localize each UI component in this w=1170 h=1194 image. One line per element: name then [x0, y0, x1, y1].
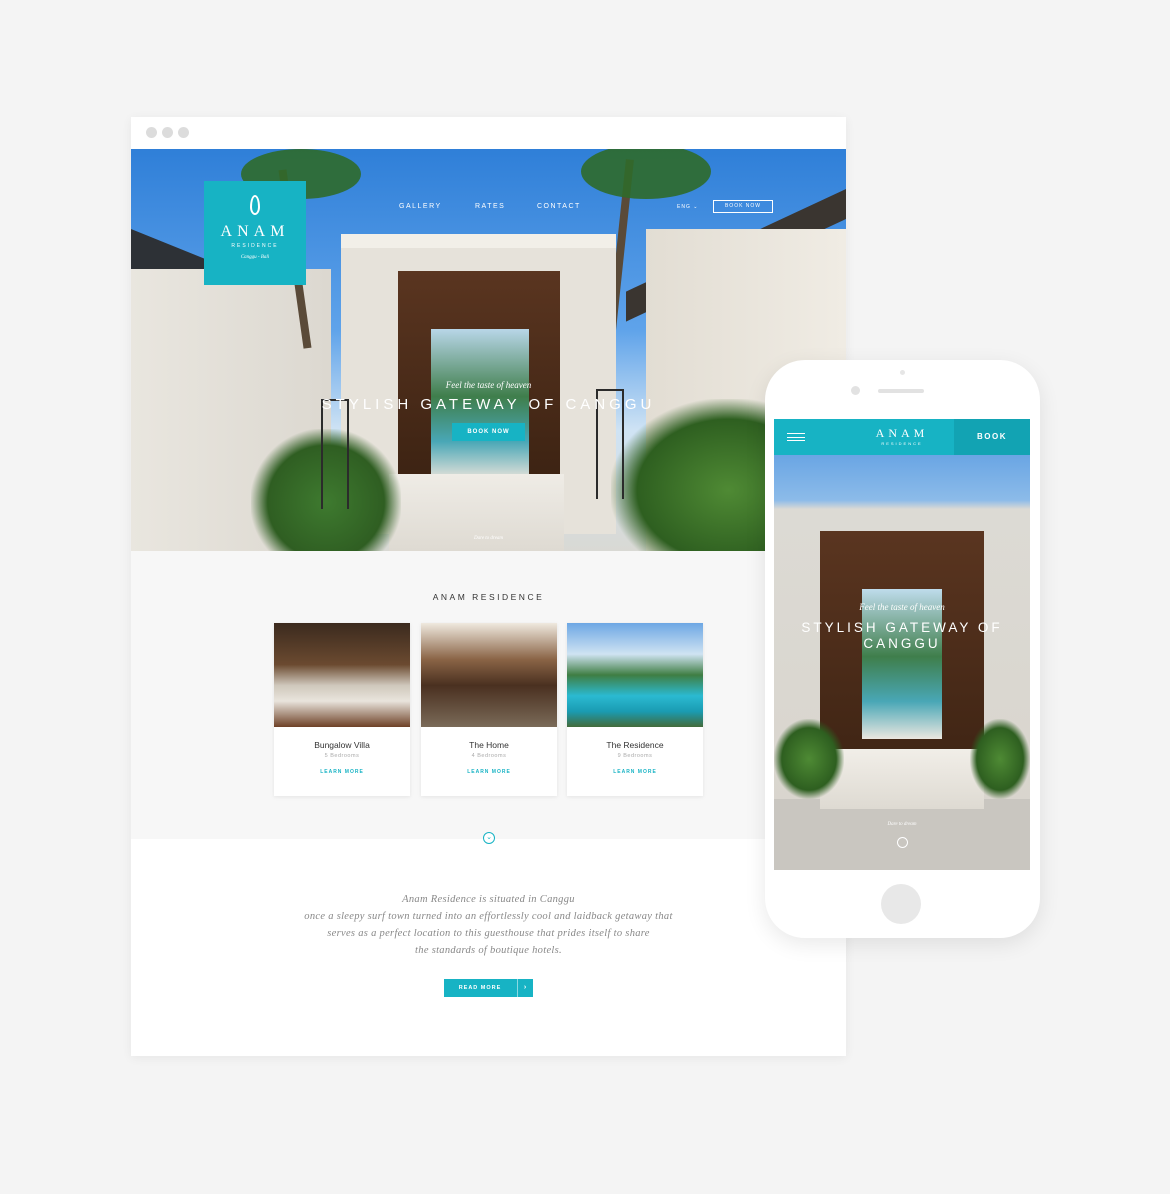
- learn-more-link[interactable]: LEARN MORE: [274, 769, 410, 775]
- read-more-label: READ MORE: [458, 985, 502, 991]
- mobile-phone-mockup: ANAM RESIDENCE BOOK Feel the taste of he…: [765, 360, 1040, 938]
- mobile-book-button[interactable]: BOOK: [954, 419, 1030, 455]
- mobile-hero-title: STYLISH GATEWAY OF CANGGU: [801, 620, 1003, 651]
- property-bedrooms: 5 Bedrooms: [324, 753, 360, 759]
- hero-book-now-button[interactable]: BOOK NOW: [452, 423, 525, 441]
- phone-home-button[interactable]: [881, 884, 921, 924]
- chevron-down-icon: ⌄: [693, 204, 699, 210]
- mobile-logo-subtitle: RESIDENCE: [881, 441, 923, 446]
- hero-dare-text: Dare to dream: [473, 536, 504, 541]
- mobile-logo-name: ANAM: [875, 426, 929, 440]
- hero-title: STYLISH GATEWAY OF CANGGU: [321, 396, 656, 413]
- window-dot-icon: [146, 127, 157, 138]
- hero-image: ANAM RESIDENCE Canggu - Bali GALLERY RAT…: [131, 149, 846, 551]
- property-image: [567, 623, 703, 727]
- nav-rates[interactable]: RATES: [475, 203, 505, 210]
- mobile-screen: ANAM RESIDENCE BOOK Feel the taste of he…: [774, 419, 1030, 870]
- property-name: Bungalow Villa: [314, 740, 370, 750]
- hero-tagline: Feel the taste of heaven: [445, 380, 532, 390]
- nav-contact[interactable]: CONTACT: [537, 203, 581, 210]
- read-more-button[interactable]: READ MORE ›: [444, 979, 533, 997]
- phone-sensor: [900, 370, 905, 375]
- chevron-right-icon: ›: [517, 979, 533, 997]
- property-bedrooms: 4 Bedrooms: [471, 753, 507, 759]
- about-line: Anam Residence is situated in Canggu: [402, 894, 575, 905]
- property-name: The Home: [469, 740, 509, 750]
- desktop-browser-mockup: ANAM RESIDENCE Canggu - Bali GALLERY RAT…: [131, 117, 846, 1056]
- property-name: The Residence: [606, 740, 664, 750]
- mobile-logo[interactable]: ANAM RESIDENCE: [856, 426, 948, 446]
- property-card[interactable]: Bungalow Villa 5 Bedrooms LEARN MORE: [274, 623, 410, 796]
- mobile-hero-tagline: Feel the taste of heaven: [859, 602, 945, 612]
- mobile-header: ANAM RESIDENCE BOOK: [774, 419, 1030, 455]
- logo-name: ANAM: [220, 223, 290, 240]
- nav-gallery[interactable]: GALLERY: [399, 203, 442, 210]
- learn-more-link[interactable]: LEARN MORE: [567, 769, 703, 775]
- section-title: ANAM RESIDENCE: [432, 592, 545, 602]
- mobile-scroll-icon[interactable]: [897, 837, 908, 848]
- property-image: [421, 623, 557, 727]
- scroll-down-icon[interactable]: ⌄: [483, 832, 495, 844]
- about-line: once a sleepy surf town turned into an e…: [304, 911, 673, 922]
- about-text: Anam Residence is situated in Canggu onc…: [131, 891, 846, 959]
- phone-speaker: [878, 389, 924, 393]
- leaf-logo-icon: [250, 195, 260, 215]
- learn-more-link[interactable]: LEARN MORE: [421, 769, 557, 775]
- language-select[interactable]: ENG ⌄: [677, 204, 698, 210]
- window-dot-icon: [178, 127, 189, 138]
- phone-camera: [851, 386, 860, 395]
- browser-titlebar: [131, 117, 846, 149]
- mobile-dare-text: Dare to dream: [887, 822, 917, 827]
- window-dot-icon: [162, 127, 173, 138]
- site-logo[interactable]: ANAM RESIDENCE Canggu - Bali: [204, 181, 306, 285]
- about-line: the standards of boutique hotels.: [415, 945, 562, 956]
- property-card[interactable]: The Residence 9 Bedrooms LEARN MORE: [567, 623, 703, 796]
- logo-subtitle: RESIDENCE: [231, 243, 279, 249]
- language-label: ENG: [677, 204, 691, 210]
- residence-section: ANAM RESIDENCE Bungalow Villa 5 Bedrooms…: [131, 551, 846, 839]
- property-card[interactable]: The Home 4 Bedrooms LEARN MORE: [421, 623, 557, 796]
- hamburger-menu-icon[interactable]: [787, 433, 805, 441]
- about-line: serves as a perfect location to this gue…: [327, 928, 650, 939]
- header-book-now-button[interactable]: BOOK NOW: [713, 200, 773, 213]
- property-image: [274, 623, 410, 727]
- property-bedrooms: 9 Bedrooms: [617, 753, 653, 759]
- logo-location: Canggu - Bali: [240, 255, 270, 260]
